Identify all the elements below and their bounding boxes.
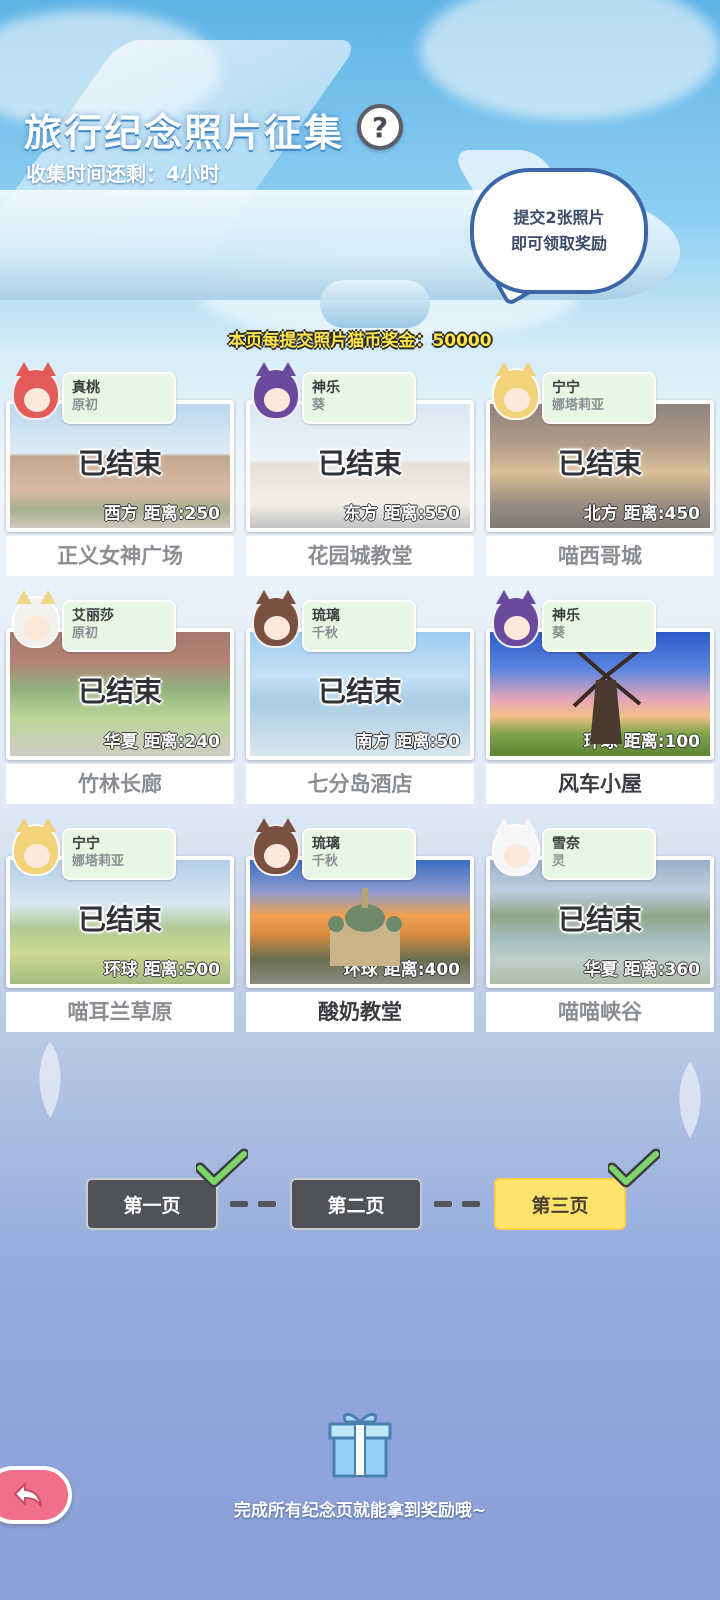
ended-label: 已结束 <box>317 675 402 708</box>
church-graphic <box>328 888 402 966</box>
photo-card[interactable]: 已结束 东方 距离:550 花园城教堂 神乐 葵 <box>246 362 474 588</box>
character-variant: 葵 <box>312 398 326 413</box>
page-1-label: 第一页 <box>123 1194 181 1217</box>
character-avatar <box>252 590 300 648</box>
reward-hint-bubble: 提交2张照片 即可领取奖励 <box>470 168 648 294</box>
photo-card[interactable]: 已结束 华夏 距离:360 喵喵峡谷 雪奈 灵 <box>486 818 714 1044</box>
page-title: 旅行纪念照片征集 <box>24 111 345 155</box>
check-icon <box>196 1148 248 1188</box>
character-variant: 娜塔莉亚 <box>72 854 125 869</box>
windmill-graphic <box>570 644 644 744</box>
distance-label: 北方 距离:450 <box>583 504 700 524</box>
distance-label: 华夏 距离:240 <box>103 732 220 752</box>
character-avatar <box>12 818 60 876</box>
help-button[interactable]: ? <box>357 104 403 150</box>
photo-card[interactable]: 已结束 环球 距离:500 喵耳兰草原 宁宁 娜塔莉亚 <box>6 818 234 1044</box>
character-name: 神乐 <box>312 380 340 396</box>
place-name: 风车小屋 <box>486 764 714 804</box>
character-avatar <box>252 818 300 876</box>
place-name: 七分岛酒店 <box>246 764 474 804</box>
photo-card[interactable]: 环球 距离:100 风车小屋 神乐 葵 <box>486 590 714 816</box>
place-name: 喵西哥城 <box>486 536 714 576</box>
page-3-label: 第三页 <box>531 1194 589 1217</box>
character-variant: 葵 <box>552 626 566 641</box>
bubble-line-2: 即可领取奖励 <box>510 234 607 253</box>
character-avatar <box>492 362 540 420</box>
distance-label: 东方 距离:550 <box>343 504 460 524</box>
page-2-label: 第二页 <box>327 1194 385 1217</box>
photo-card[interactable]: 已结束 华夏 距离:240 竹林长廊 艾丽莎 原初 <box>6 590 234 816</box>
page-2-button[interactable]: 第二页 <box>290 1178 422 1230</box>
back-arrow-icon <box>14 1483 42 1507</box>
character-variant: 娜塔莉亚 <box>552 398 605 413</box>
character-name: 琉璃 <box>312 836 340 852</box>
ended-label: 已结束 <box>317 447 402 480</box>
character-name: 宁宁 <box>72 836 100 852</box>
ended-label: 已结束 <box>77 447 162 480</box>
photo-card[interactable]: 已结束 西方 距离:250 正义女神广场 真桃 原初 <box>6 362 234 588</box>
place-name: 竹林长廊 <box>6 764 234 804</box>
character-tag: 真桃 原初 <box>62 372 176 424</box>
photo-card[interactable]: 已结束 南方 距离:50 七分岛酒店 琉璃 千秋 <box>246 590 474 816</box>
gift-icon[interactable] <box>322 1408 398 1480</box>
photo-card[interactable]: 环球 距离:400 酸奶教堂 琉璃 千秋 <box>246 818 474 1044</box>
distance-label: 南方 距离:50 <box>355 732 460 752</box>
check-icon <box>608 1148 660 1188</box>
ended-label: 已结束 <box>557 447 642 480</box>
place-name: 喵喵峡谷 <box>486 992 714 1032</box>
character-tag: 宁宁 娜塔莉亚 <box>62 828 176 880</box>
character-variant: 原初 <box>72 626 99 641</box>
time-remaining: 收集时间还剩：4小时 <box>26 162 220 186</box>
character-tag: 宁宁 娜塔莉亚 <box>542 372 656 424</box>
character-avatar <box>12 590 60 648</box>
character-tag: 神乐 葵 <box>542 600 656 652</box>
ended-label: 已结束 <box>77 675 162 708</box>
ended-label: 已结束 <box>557 903 642 936</box>
character-variant: 千秋 <box>312 854 339 869</box>
character-variant: 灵 <box>552 854 566 869</box>
ended-label: 已结束 <box>77 903 162 936</box>
character-avatar <box>492 590 540 648</box>
character-variant: 原初 <box>72 398 99 413</box>
feather-decoration <box>39 1042 61 1118</box>
place-name: 花园城教堂 <box>246 536 474 576</box>
character-name: 雪奈 <box>552 836 580 852</box>
character-name: 神乐 <box>552 608 580 624</box>
place-name: 酸奶教堂 <box>246 992 474 1032</box>
page-3-button[interactable]: 第三页 <box>494 1178 626 1230</box>
back-button[interactable] <box>0 1466 72 1524</box>
coin-reward-text: 本页每提交照片猫币奖金：50000 <box>228 331 492 351</box>
page-navigation: 第一页 第二页 第三页 <box>0 1148 720 1238</box>
distance-label: 环球 距离:500 <box>103 960 220 980</box>
character-tag: 琉璃 千秋 <box>302 600 416 652</box>
character-tag: 艾丽莎 原初 <box>62 600 176 652</box>
character-tag: 雪奈 灵 <box>542 828 656 880</box>
character-name: 琉璃 <box>312 608 340 624</box>
feather-decoration <box>679 1062 701 1138</box>
distance-label: 华夏 距离:360 <box>583 960 700 980</box>
character-variant: 千秋 <box>312 626 339 641</box>
character-avatar <box>252 362 300 420</box>
character-tag: 琉璃 千秋 <box>302 828 416 880</box>
place-name: 喵耳兰草原 <box>6 992 234 1032</box>
character-name: 艾丽莎 <box>72 608 114 624</box>
character-name: 真桃 <box>72 380 100 396</box>
photo-card[interactable]: 已结束 北方 距离:450 喵西哥城 宁宁 娜塔莉亚 <box>486 362 714 588</box>
bubble-line-1: 提交2张照片 <box>513 208 605 227</box>
place-name: 正义女神广场 <box>6 536 234 576</box>
character-tag: 神乐 葵 <box>302 372 416 424</box>
character-avatar <box>12 362 60 420</box>
airplane-engine <box>320 280 430 328</box>
character-avatar <box>492 818 540 876</box>
character-name: 宁宁 <box>552 380 580 396</box>
completion-hint: 完成所有纪念页就能拿到奖励哦~ <box>233 1501 487 1521</box>
distance-label: 西方 距离:250 <box>103 504 220 524</box>
question-icon: ? <box>371 110 389 144</box>
